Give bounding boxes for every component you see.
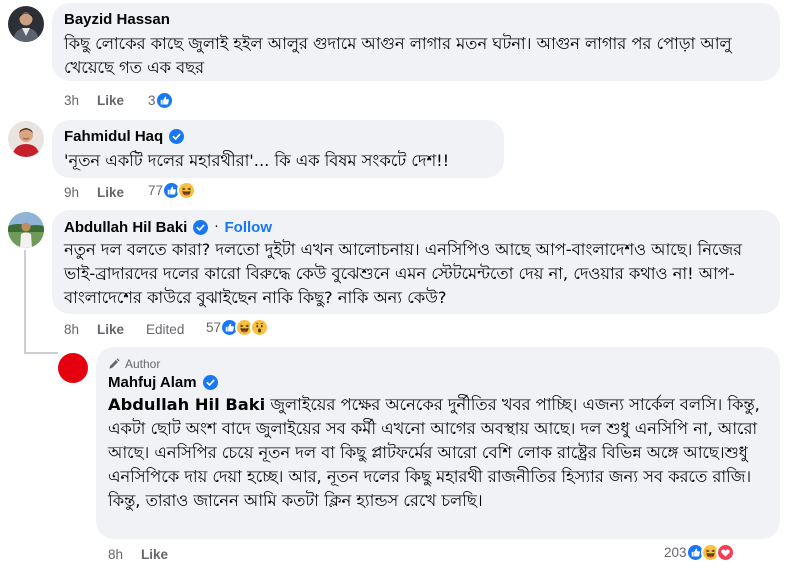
like-button[interactable]: Like — [141, 547, 168, 562]
verified-badge-icon — [193, 220, 208, 235]
commenter-name[interactable]: Mahfuj Alam — [108, 374, 197, 391]
mention-link[interactable]: Abdullah Hil Baki — [108, 395, 265, 414]
comment-text: 'নূতন একটি দলের মহারথীরা'... কি এক বিষম … — [64, 151, 450, 170]
separator-dot: · — [214, 220, 219, 235]
commenter-name[interactable]: Bayzid Hassan — [64, 11, 170, 28]
edited-label[interactable]: Edited — [146, 322, 184, 337]
avatar[interactable] — [58, 353, 88, 383]
like-button[interactable]: Like — [97, 322, 124, 337]
comment-text: নতুন দল বলতে কারা? দলতো দুইটা এখন আলোচনা… — [64, 240, 742, 307]
comment-text: কিছু লোকের কাছে জুলাই হইল আলুর গুদামে আগ… — [64, 34, 732, 77]
avatar[interactable] — [8, 212, 44, 248]
avatar[interactable] — [8, 6, 44, 42]
avatar[interactable] — [8, 121, 44, 157]
haha-reaction-icon — [177, 181, 197, 200]
like-button[interactable]: Like — [97, 93, 124, 108]
reaction-summary[interactable]: 77 — [148, 181, 197, 200]
thread-connector-vertical — [24, 250, 26, 354]
comment-timestamp[interactable]: 3h — [64, 93, 79, 108]
verified-badge-icon — [203, 375, 218, 390]
reply-text: Abdullah Hil Baki জুলাইয়ের পক্ষের অনেকে… — [108, 393, 768, 513]
commenter-name[interactable]: Fahmidul Haq — [64, 128, 163, 145]
verified-badge-icon — [169, 129, 184, 144]
pencil-icon — [108, 358, 120, 370]
reaction-summary[interactable]: 57 — [206, 318, 270, 337]
reaction-summary[interactable]: 203 — [664, 543, 735, 562]
comment-timestamp[interactable]: 9h — [64, 185, 79, 200]
reaction-count: 203 — [664, 545, 687, 560]
follow-button[interactable]: Follow — [225, 219, 273, 236]
reaction-summary[interactable]: 3 — [148, 91, 174, 110]
comment-timestamp[interactable]: 8h — [108, 547, 123, 562]
thread-connector-horizontal — [24, 352, 58, 354]
author-badge: Author — [125, 357, 161, 371]
commenter-name[interactable]: Abdullah Hil Baki — [64, 219, 187, 236]
love-reaction-icon — [715, 543, 735, 562]
wow-reaction-icon — [250, 318, 270, 337]
comment-timestamp[interactable]: 8h — [64, 322, 79, 337]
reaction-count: 77 — [148, 183, 164, 198]
like-reaction-icon — [154, 91, 174, 110]
like-button[interactable]: Like — [97, 185, 124, 200]
reaction-count: 57 — [206, 320, 222, 335]
